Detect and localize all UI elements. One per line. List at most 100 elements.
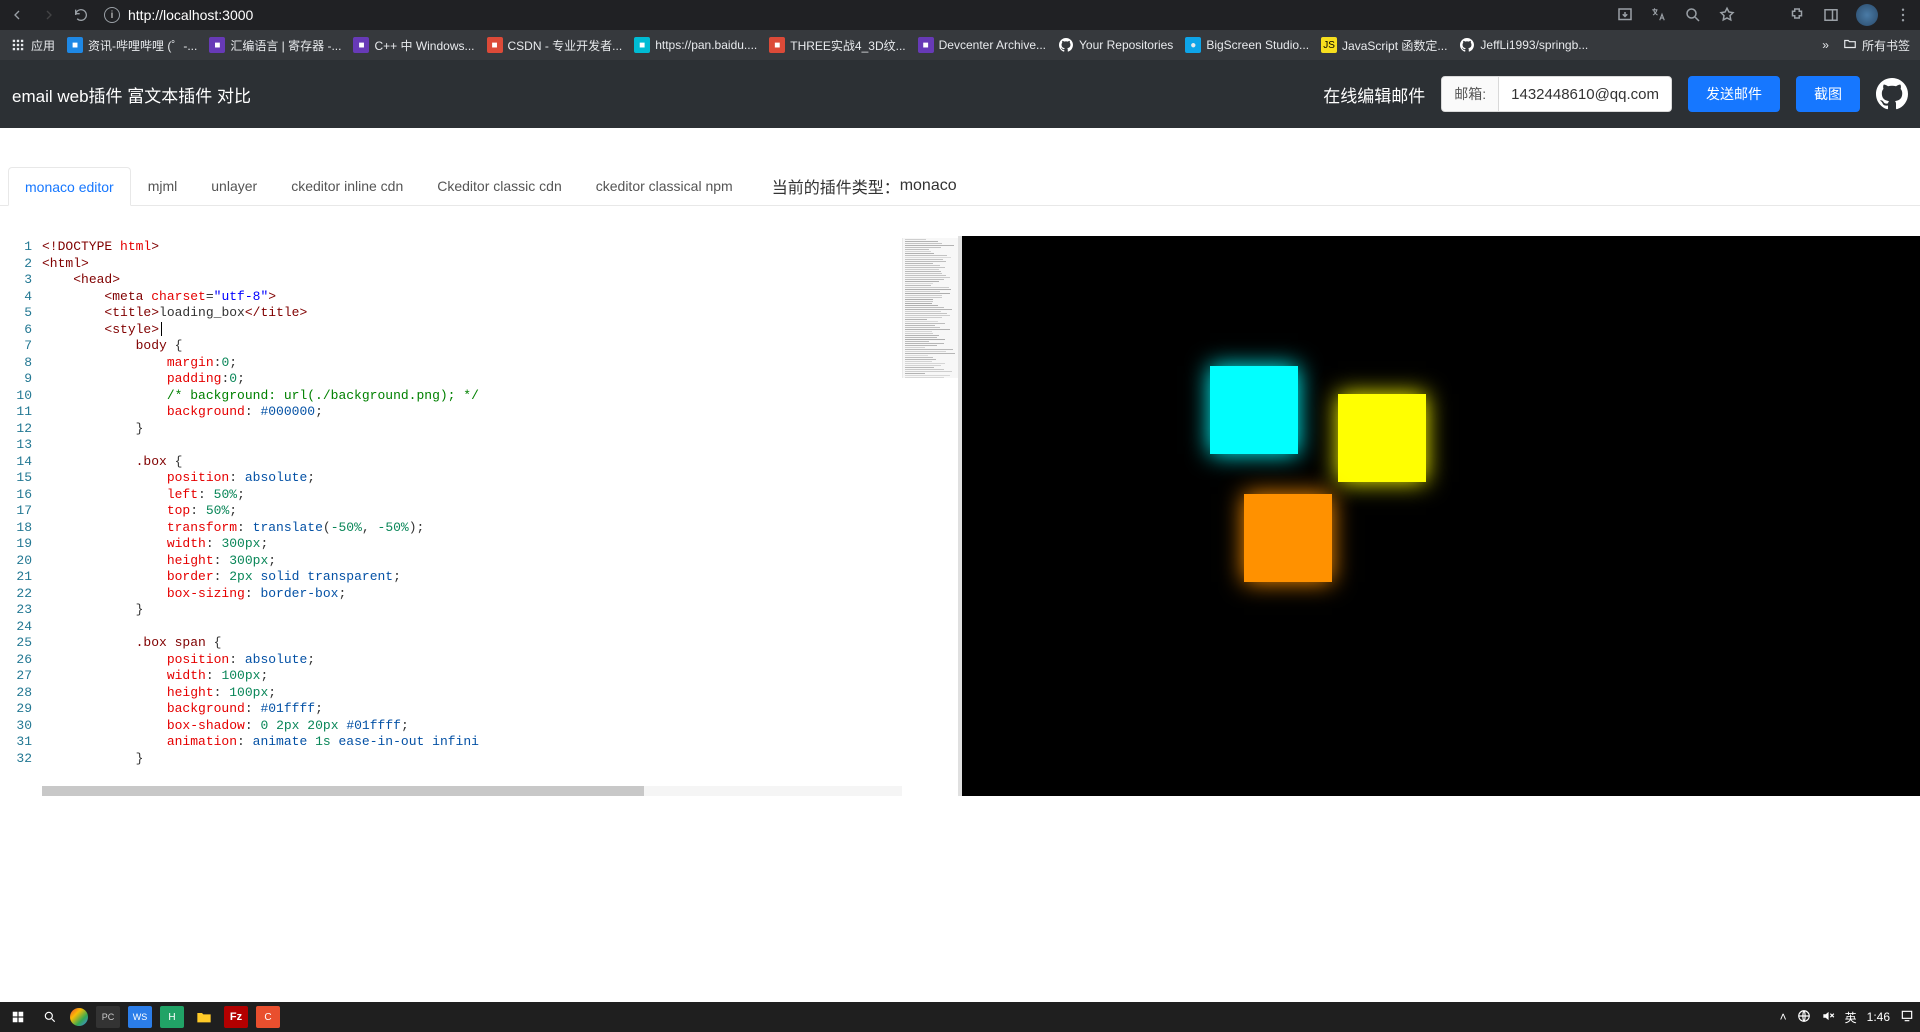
bookmark-favicon: ■ (769, 37, 785, 53)
sidepanel-icon[interactable] (1822, 6, 1840, 24)
apps-grid-icon (10, 37, 26, 53)
taskbar-app-4[interactable]: C (256, 1006, 280, 1028)
app-title: email web插件 富文本插件 对比 (12, 82, 251, 107)
email-input-group: 邮箱: 1432448610@qq.com (1441, 76, 1672, 112)
bookmark-label: BigScreen Studio... (1206, 38, 1309, 52)
taskbar-app-3[interactable]: H (160, 1006, 184, 1028)
bookmark-item[interactable]: Your Repositories (1058, 37, 1173, 54)
forward-icon[interactable] (40, 6, 58, 24)
all-bookmarks-button[interactable]: 所有书签 (1843, 37, 1910, 54)
app-header: email web插件 富文本插件 对比 在线编辑邮件 邮箱: 14324486… (0, 60, 1920, 128)
bookmark-label: C++ 中 Windows... (374, 37, 474, 54)
horizontal-scrollbar[interactable] (42, 786, 902, 796)
extensions-icon[interactable] (1788, 6, 1806, 24)
bookmark-label: Devcenter Archive... (939, 38, 1046, 52)
zoom-icon[interactable] (1684, 6, 1702, 24)
url-text: http://localhost:3000 (128, 7, 253, 23)
email-label: 邮箱: (1442, 77, 1499, 111)
address-bar[interactable]: i http://localhost:3000 (104, 7, 253, 23)
search-icon[interactable] (38, 1006, 62, 1028)
folder-icon (1843, 37, 1857, 54)
bookmark-favicon: JS (1321, 37, 1337, 53)
email-input[interactable]: 1432448610@qq.com (1499, 77, 1671, 111)
all-bookmarks-label: 所有书签 (1862, 37, 1910, 54)
bookmark-item[interactable]: ■ Devcenter Archive... (918, 37, 1046, 54)
bookmark-item[interactable]: JS JavaScript 函数定... (1321, 37, 1447, 54)
bookmark-favicon: ■ (487, 37, 503, 53)
bookmarks-overflow-icon[interactable]: » (1822, 38, 1829, 52)
minimap[interactable] (902, 238, 958, 378)
profile-avatar[interactable] (1856, 4, 1878, 26)
bookmark-favicon: ■ (209, 37, 225, 53)
bookmark-label: 汇编语言 | 寄存器 -... (230, 37, 341, 54)
notifications-icon[interactable] (1900, 1009, 1914, 1026)
bookmark-item[interactable]: ■ https://pan.baidu.... (634, 37, 757, 54)
bookmark-favicon (1058, 37, 1074, 53)
bookmark-item[interactable]: ■ THREE实战4_3D纹... (769, 37, 905, 54)
start-button[interactable] (6, 1006, 30, 1028)
apps-button[interactable]: 应用 (10, 37, 55, 54)
bookmark-item[interactable]: ■ C++ 中 Windows... (353, 37, 474, 54)
preview-cube-orange (1244, 494, 1332, 582)
taskbar-explorer-icon[interactable] (192, 1006, 216, 1028)
preview-cube-yellow (1338, 394, 1426, 482)
bookmark-label: https://pan.baidu.... (655, 38, 757, 52)
taskbar-app-1[interactable]: PC (96, 1006, 120, 1028)
bookmark-item[interactable]: JeffLi1993/springb... (1459, 37, 1588, 54)
menu-icon[interactable] (1894, 6, 1912, 24)
bookmark-favicon: ■ (918, 37, 934, 53)
bookmark-star-icon[interactable] (1718, 6, 1736, 24)
bookmark-item[interactable]: ■ CSDN - 专业开发者... (487, 37, 623, 54)
clock[interactable]: 1:46 (1867, 1010, 1890, 1024)
translate-icon[interactable] (1650, 6, 1668, 24)
reload-icon[interactable] (72, 6, 90, 24)
tab-monaco-editor[interactable]: monaco editor (8, 167, 131, 206)
bookmark-label: 资讯-哔哩哔哩 (゜-... (88, 37, 197, 54)
site-info-icon[interactable]: i (104, 7, 120, 23)
bookmark-item[interactable]: ■ 汇编语言 | 寄存器 -... (209, 37, 341, 54)
taskbar-filezilla-icon[interactable]: Fz (224, 1006, 248, 1028)
bookmark-favicon: ■ (67, 37, 83, 53)
plugin-type-label: 当前的插件类型：monaco (758, 166, 971, 205)
main-split: 1234567891011121314151617181920212223242… (0, 236, 1920, 796)
screenshot-button[interactable]: 截图 (1796, 76, 1860, 112)
edit-title: 在线编辑邮件 (1323, 82, 1425, 107)
bookmarks-bar: 应用 ■ 资讯-哔哩哔哩 (゜-... ■ 汇编语言 | 寄存器 -... ■ C++ 中… (0, 30, 1920, 60)
line-gutter: 1234567891011121314151617181920212223242… (0, 236, 42, 796)
bookmark-item[interactable]: ■ 资讯-哔哩哔哩 (゜-... (67, 37, 197, 54)
windows-taskbar: PC WS H Fz C ˄ 英 1:46 (0, 1002, 1920, 1032)
bookmark-favicon: ■ (353, 37, 369, 53)
apps-label: 应用 (31, 37, 55, 54)
bookmark-label: Your Repositories (1079, 38, 1173, 52)
tray-up-icon[interactable]: ˄ (1780, 1010, 1787, 1024)
tray-network-icon[interactable] (1797, 1009, 1811, 1026)
bookmark-favicon: ■ (634, 37, 650, 53)
bookmark-item[interactable]: ● BigScreen Studio... (1185, 37, 1309, 54)
editor-panel: 1234567891011121314151617181920212223242… (0, 236, 962, 796)
taskbar-app-2[interactable]: WS (128, 1006, 152, 1028)
tab-Ckeditor-classic-cdn[interactable]: Ckeditor classic cdn (420, 166, 579, 205)
send-email-button[interactable]: 发送邮件 (1688, 76, 1780, 112)
back-icon[interactable] (8, 6, 26, 24)
code-editor[interactable]: 1234567891011121314151617181920212223242… (0, 236, 958, 796)
bookmark-label: CSDN - 专业开发者... (508, 37, 623, 54)
bookmark-favicon (1459, 37, 1475, 53)
github-icon[interactable] (1876, 78, 1908, 110)
tabs-row: monaco editormjmlunlayerckeditor inline … (0, 166, 1920, 206)
code-area[interactable]: <!DOCTYPE html><html> <head> <meta chars… (42, 236, 958, 796)
install-icon[interactable] (1616, 6, 1634, 24)
bookmark-favicon: ● (1185, 37, 1201, 53)
preview-panel (962, 236, 1920, 796)
tab-ckeditor-classical-npm[interactable]: ckeditor classical npm (579, 166, 750, 205)
bookmark-label: THREE实战4_3D纹... (790, 37, 905, 54)
tab-mjml[interactable]: mjml (131, 166, 195, 205)
preview-cube-cyan (1210, 366, 1298, 454)
tab-ckeditor-inline-cdn[interactable]: ckeditor inline cdn (274, 166, 420, 205)
tab-unlayer[interactable]: unlayer (194, 166, 274, 205)
taskbar-chrome-icon[interactable] (70, 1008, 88, 1026)
bookmark-label: JavaScript 函数定... (1342, 37, 1447, 54)
bookmark-label: JeffLi1993/springb... (1480, 38, 1588, 52)
browser-toolbar: i http://localhost:3000 (0, 0, 1920, 30)
tray-volume-icon[interactable] (1821, 1009, 1835, 1026)
ime-indicator[interactable]: 英 (1845, 1009, 1857, 1026)
